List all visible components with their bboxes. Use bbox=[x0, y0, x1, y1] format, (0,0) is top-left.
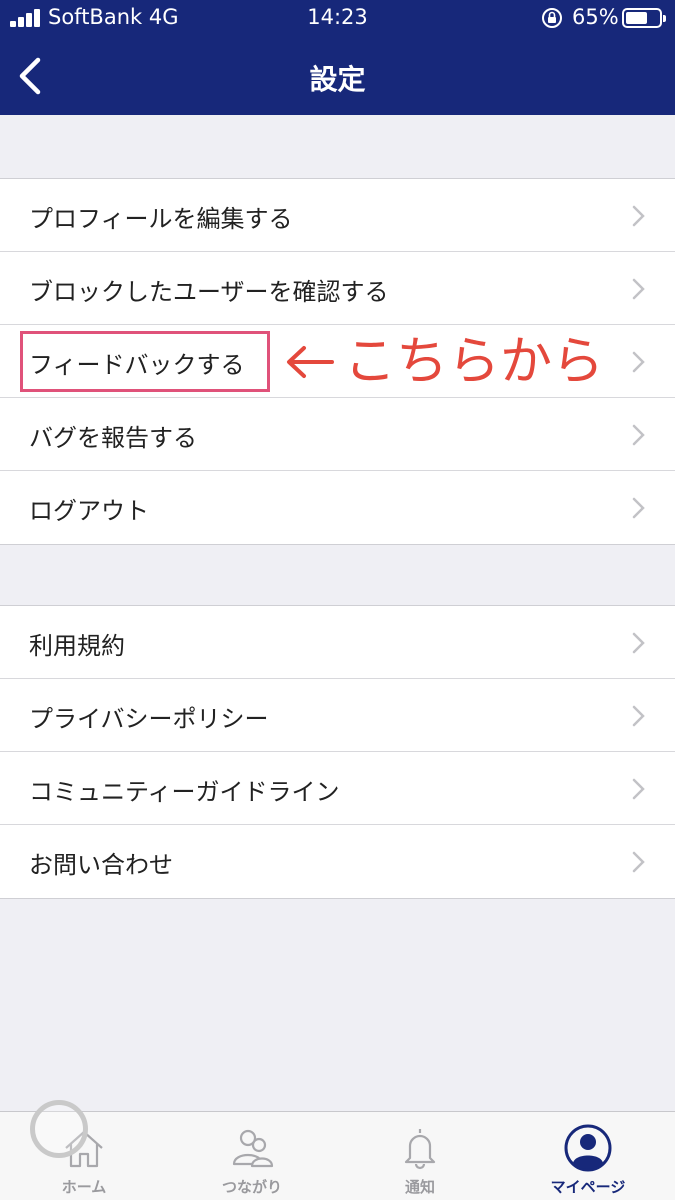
settings-row-community-guidelines[interactable]: コミュニティーガイドライン bbox=[0, 752, 675, 825]
tab-label: つながり bbox=[221, 1178, 282, 1196]
chevron-right-icon bbox=[632, 497, 645, 519]
app-header: SoftBank 4G 14:23 65% 設定 bbox=[0, 0, 675, 115]
bell-icon bbox=[404, 1129, 436, 1170]
settings-row-privacy-policy[interactable]: プライバシーポリシー bbox=[0, 679, 675, 752]
tab-label: マイページ bbox=[550, 1178, 626, 1196]
battery-icon bbox=[622, 8, 666, 28]
settings-row-blocked-users[interactable]: ブロックしたユーザーを確認する bbox=[0, 252, 675, 325]
battery-percent: 65% bbox=[572, 5, 619, 29]
chevron-right-icon bbox=[632, 278, 645, 300]
settings-row-terms[interactable]: 利用規約 bbox=[0, 606, 675, 679]
tab-mypage[interactable]: マイページ bbox=[504, 1112, 672, 1200]
people-icon bbox=[232, 1129, 274, 1168]
tab-home[interactable]: ホーム bbox=[0, 1112, 168, 1200]
settings-row-label: ログアウト bbox=[29, 497, 149, 525]
settings-row-label: プロフィールを編集する bbox=[29, 205, 293, 233]
tab-label: ホーム bbox=[61, 1178, 107, 1196]
chevron-right-icon bbox=[632, 205, 645, 227]
chevron-right-icon bbox=[632, 778, 645, 800]
settings-row-logout[interactable]: ログアウト bbox=[0, 471, 675, 544]
settings-row-label: プライバシーポリシー bbox=[29, 705, 269, 733]
tab-notifications[interactable]: 通知 bbox=[336, 1112, 504, 1200]
settings-row-label: ブロックしたユーザーを確認する bbox=[29, 278, 389, 306]
settings-group-info: 利用規約 プライバシーポリシー コミュニティーガイドライン お問い合わせ bbox=[0, 605, 675, 899]
chevron-right-icon bbox=[632, 632, 645, 654]
chevron-right-icon bbox=[632, 705, 645, 727]
settings-row-label: お問い合わせ bbox=[29, 851, 173, 879]
settings-row-label: コミュニティーガイドライン bbox=[29, 778, 340, 806]
home-icon bbox=[65, 1130, 103, 1168]
chevron-right-icon bbox=[632, 351, 645, 373]
settings-row-label: バグを報告する bbox=[29, 424, 197, 452]
chevron-right-icon bbox=[632, 424, 645, 446]
settings-row-feedback[interactable]: フィードバックする bbox=[0, 325, 675, 398]
user-icon bbox=[564, 1124, 612, 1172]
rotation-lock-icon bbox=[542, 8, 562, 28]
settings-row-contact[interactable]: お問い合わせ bbox=[0, 825, 675, 898]
chevron-right-icon bbox=[632, 851, 645, 873]
settings-row-report-bug[interactable]: バグを報告する bbox=[0, 398, 675, 471]
settings-group-account: プロフィールを編集する ブロックしたユーザーを確認する フィードバックする バグ… bbox=[0, 178, 675, 545]
settings-row-label: 利用規約 bbox=[29, 632, 125, 660]
status-bar: SoftBank 4G 14:23 65% bbox=[0, 0, 675, 36]
tab-connections[interactable]: つながり bbox=[168, 1112, 336, 1200]
settings-row-label: フィードバックする bbox=[29, 351, 245, 379]
tab-bar: ホーム つながり 通知 マイページ bbox=[0, 1111, 675, 1200]
settings-row-edit-profile[interactable]: プロフィールを編集する bbox=[0, 179, 675, 252]
page-title: 設定 bbox=[309, 63, 366, 96]
tab-label: 通知 bbox=[404, 1178, 435, 1196]
